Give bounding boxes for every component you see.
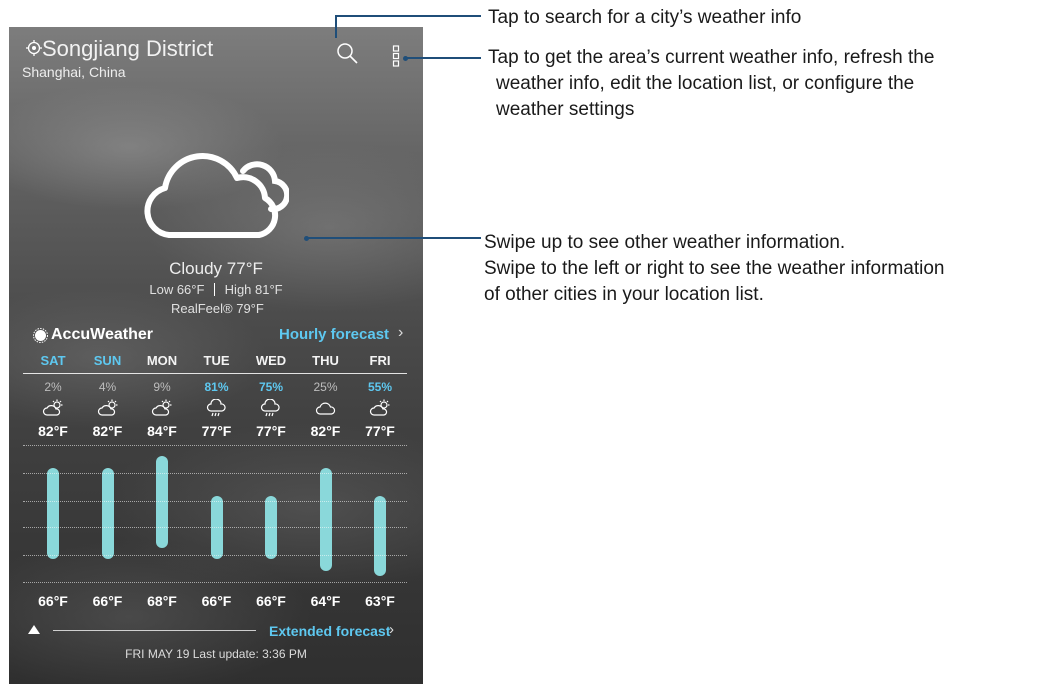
current-condition: Cloudy 77°F <box>9 259 423 279</box>
temp-range-bar <box>156 456 168 548</box>
rain-icon <box>260 398 282 417</box>
high-temp: 77°F <box>256 423 286 439</box>
extended-forecast-link[interactable]: Extended forecast <box>269 623 390 639</box>
rain-icon <box>206 398 228 417</box>
hourly-forecast-link[interactable]: Hourly forecast <box>279 326 389 343</box>
divider <box>53 630 256 631</box>
low-temp: 68°F <box>147 593 177 609</box>
cloud-icon <box>315 399 337 417</box>
day-label: WED <box>255 353 287 368</box>
realfeel-temp: RealFeel® 79°F <box>171 301 264 316</box>
day-label: SUN <box>93 353 122 368</box>
callout-swipe-line: Swipe to the left or right to see the we… <box>484 258 945 279</box>
gridline <box>23 445 407 446</box>
high-temp: 82°F <box>38 423 68 439</box>
callout-line <box>335 15 481 17</box>
location-icon <box>26 40 42 56</box>
high-temp: 77°F <box>201 423 232 439</box>
callout-menu-line: weather settings <box>496 99 635 120</box>
low-temp: 66°F <box>92 593 123 609</box>
cloudy-icon <box>144 153 289 238</box>
temp-range-bar <box>374 496 386 577</box>
precip-chance: 25% <box>313 380 338 394</box>
gridline <box>23 555 407 556</box>
callout-menu-line: Tap to get the area’s current weather in… <box>488 47 935 68</box>
chevron-right-icon[interactable]: › <box>398 324 403 342</box>
partly-sunny-icon <box>151 399 173 417</box>
gridline <box>23 582 407 583</box>
condition-text: Cloudy <box>169 259 223 278</box>
partly-sunny-icon <box>369 399 391 417</box>
high-temp: 84°F <box>147 423 177 439</box>
low-temp: Low 66°F <box>149 282 205 297</box>
callout-swipe: Swipe up to see other weather informatio… <box>484 230 944 308</box>
accuweather-brand: AccuWeather <box>51 326 153 343</box>
menu-icon[interactable] <box>392 45 400 67</box>
low-temp: 64°F <box>310 593 341 609</box>
precip-chance: 9% <box>153 380 171 394</box>
callout-line <box>405 57 481 59</box>
low-temp: 66°F <box>201 593 232 609</box>
callout-menu-line: weather info, edit the location list, or… <box>496 73 915 94</box>
partly-sunny-icon <box>42 399 64 417</box>
low-temp: 63°F <box>365 593 395 609</box>
city-name: Songjiang District <box>42 36 214 61</box>
high-temp: 82°F <box>310 423 341 439</box>
day-label: FRI <box>369 353 391 368</box>
search-icon[interactable] <box>336 42 358 64</box>
low-temp: 66°F <box>256 593 286 609</box>
callout-line <box>307 237 481 239</box>
high-temp: High 81°F <box>224 282 283 297</box>
gridline <box>23 501 407 502</box>
accuweather-logo-icon <box>33 328 48 343</box>
divider <box>23 373 407 374</box>
weather-app-screen[interactable]: Songjiang District Shanghai, China Cloud… <box>9 27 423 684</box>
temp-range-bar <box>47 467 59 560</box>
gridline <box>23 473 407 474</box>
precip-chance: 4% <box>98 380 117 394</box>
day-label: TUE <box>203 353 230 368</box>
low-temp: 66°F <box>38 593 68 609</box>
expand-up-icon[interactable] <box>28 625 40 634</box>
callout-menu: Tap to get the area’s current weather in… <box>488 45 934 123</box>
low-high: Low 66°F High 81°F <box>9 282 423 297</box>
day-label: MON <box>146 353 178 368</box>
chevron-right-icon[interactable]: › <box>389 621 394 638</box>
callout-search: Tap to search for a city’s weather info <box>488 7 802 28</box>
region-name: Shanghai, China <box>22 64 126 80</box>
partly-sunny-icon <box>97 399 119 417</box>
precip-chance: 55% <box>367 380 393 394</box>
day-label: THU <box>312 353 339 368</box>
current-temp: 77°F <box>226 259 263 278</box>
precip-chance: 2% <box>44 380 62 394</box>
precip-chance: 81% <box>204 380 229 394</box>
callout-swipe-line: Swipe up to see other weather informatio… <box>484 232 846 253</box>
temp-range-bar <box>101 467 114 560</box>
gridline <box>23 527 407 528</box>
divider <box>214 283 216 296</box>
high-temp: 82°F <box>92 423 123 439</box>
callout-line <box>335 15 337 38</box>
high-temp: 77°F <box>365 423 395 439</box>
callout-swipe-line: of other cities in your location list. <box>484 284 764 305</box>
last-update: FRI MAY 19 Last update: 3:36 PM <box>125 647 307 661</box>
day-label: SAT <box>40 353 66 368</box>
precip-chance: 75% <box>258 380 284 394</box>
